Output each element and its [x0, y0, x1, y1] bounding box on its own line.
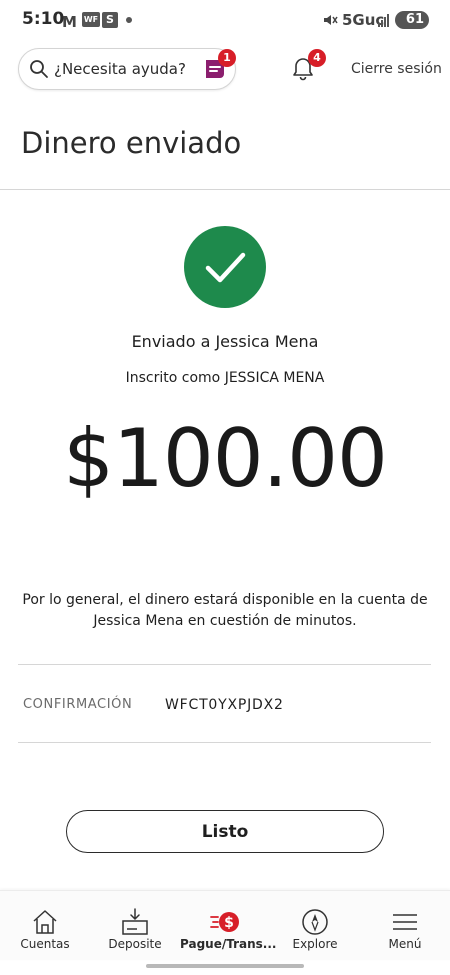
done-button[interactable]: Listo [66, 810, 384, 853]
pay-transfer-icon: $ [210, 912, 239, 932]
nav-label-menu: Menú [388, 937, 422, 951]
wf-app-icon: WF [82, 12, 100, 27]
status-time: 5:10 [22, 9, 65, 29]
nav-item-pay-transfer[interactable]: $ Pague/Trans... [180, 891, 277, 953]
enrolled-name-text: Inscrito como JESSICA MENA [125, 370, 325, 386]
search-icon [30, 60, 48, 78]
deposit-icon [122, 908, 148, 935]
checkmark-icon [205, 252, 246, 283]
logout-link[interactable]: Cierre sesión [351, 61, 442, 77]
recipient-text: Enviado a Jessica Mena [131, 332, 319, 351]
section-divider [18, 742, 431, 743]
s-app-icon: S [102, 12, 118, 28]
nav-label-explore: Explore [292, 937, 338, 951]
nav-item-explore[interactable]: Explore [270, 891, 360, 953]
mute-icon [322, 12, 338, 32]
more-notifications-icon [126, 17, 132, 23]
status-bar: 5:10 M WF S 5Guc 61 [0, 0, 450, 40]
header-divider [0, 189, 450, 190]
gmail-icon: M [62, 13, 77, 31]
help-search-placeholder: ¿Necesita ayuda? [54, 60, 186, 78]
home-indicator[interactable] [146, 964, 304, 968]
confirmation-code: WFCT0YXPJDX2 [165, 697, 284, 713]
confirmation-label: CONFIRMACIÓN [23, 697, 133, 712]
availability-message: Por lo general, el dinero estará disponi… [22, 592, 428, 629]
nav-item-deposit[interactable]: Deposite [90, 891, 180, 953]
assistant-badge: 1 [218, 49, 236, 67]
notifications-badge: 4 [308, 49, 326, 67]
compass-icon [302, 909, 328, 935]
nav-label-deposit: Deposite [108, 937, 162, 951]
battery-indicator: 61 [395, 11, 429, 29]
nav-label-pay-transfer: Pague/Trans... [180, 937, 277, 951]
home-icon [33, 910, 57, 934]
section-divider [18, 664, 431, 665]
amount-sent: $100.00 [63, 412, 388, 505]
nav-label-accounts: Cuentas [20, 937, 70, 951]
page-title: Dinero enviado [21, 126, 242, 160]
success-badge [184, 226, 266, 308]
signal-icon [378, 14, 392, 27]
bottom-nav: Cuentas Deposite $ Pague/Trans... Explor… [0, 890, 450, 960]
svg-text:$: $ [224, 915, 234, 931]
menu-icon [393, 914, 417, 930]
nav-item-menu[interactable]: Menú [360, 891, 450, 953]
nav-item-accounts[interactable]: Cuentas [0, 891, 90, 953]
